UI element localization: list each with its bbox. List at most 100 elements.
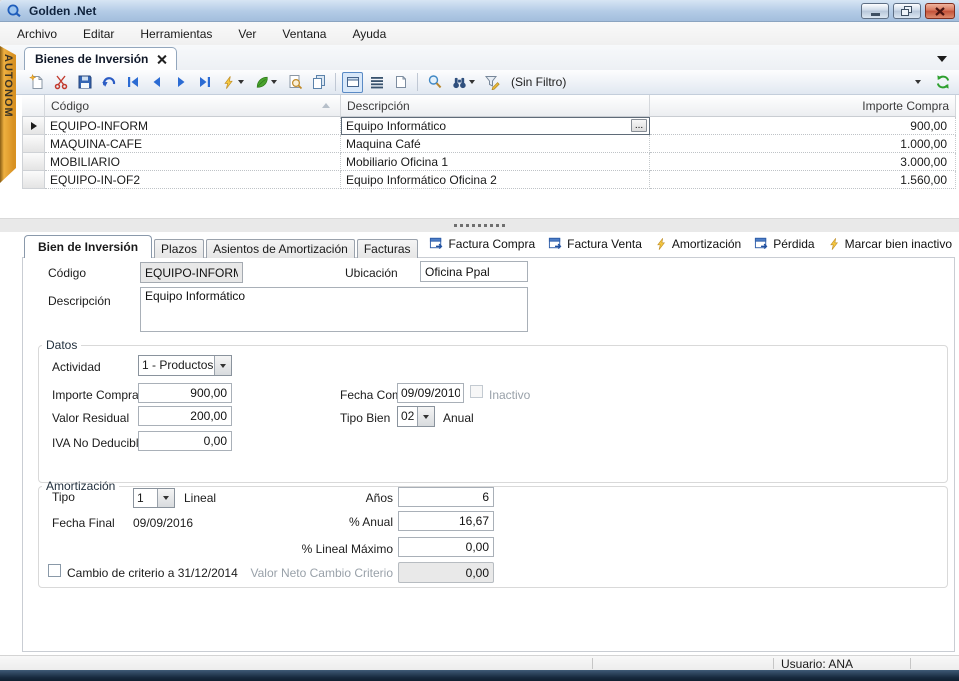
menu-ver[interactable]: Ver <box>225 24 269 44</box>
grid-header-row: Código Descripción Importe Compra <box>22 95 956 117</box>
restore-button[interactable] <box>893 3 921 19</box>
codigo-field[interactable] <box>140 262 243 283</box>
actividad-combo[interactable]: 1 - Productos a <box>138 355 232 376</box>
pct-lineal-maximo-label: % Lineal Máximo <box>250 542 393 556</box>
tab-asientos-de-amortizacion[interactable]: Asientos de Amortización <box>206 239 355 258</box>
form-view-button[interactable] <box>342 72 363 93</box>
cell-codigo[interactable]: MOBILIARIO <box>45 153 341 171</box>
amortizacion-button[interactable]: Amortización <box>655 237 741 251</box>
iva-no-deducible-field[interactable] <box>138 431 232 451</box>
menu-herramientas[interactable]: Herramientas <box>127 24 225 44</box>
tipo-bien-dropdown-button[interactable] <box>417 407 434 426</box>
cell-importe[interactable]: 900,00 <box>650 117 956 135</box>
cell-importe[interactable]: 3.000,00 <box>650 153 956 171</box>
find-button[interactable] <box>448 72 478 93</box>
list-view-button[interactable] <box>366 72 387 93</box>
row-selector[interactable] <box>22 171 45 189</box>
tab-bien-de-inversion[interactable]: Bien de Inversión <box>24 235 152 258</box>
new-window-button[interactable] <box>390 72 411 93</box>
menu-archivo[interactable]: Archivo <box>4 24 70 44</box>
row-selector[interactable] <box>22 153 45 171</box>
actividad-dropdown-button[interactable] <box>214 356 231 375</box>
lightning-icon <box>828 237 841 251</box>
importe-compra-field[interactable] <box>138 383 232 403</box>
inactivo-checkbox[interactable] <box>470 385 483 398</box>
close-button[interactable] <box>925 3 955 19</box>
save-button[interactable] <box>74 72 95 93</box>
tab-label: Bienes de Inversión <box>35 52 148 66</box>
execute-button[interactable] <box>218 72 248 93</box>
filter-combo[interactable]: (Sin Filtro) <box>505 70 929 94</box>
window-controls <box>861 3 955 19</box>
restore-icon <box>901 6 913 17</box>
factura-compra-button[interactable]: Factura Compra <box>429 236 535 251</box>
table-row[interactable]: EQUIPO-INFORM Equipo Informático ... 900… <box>22 117 956 135</box>
cambio-criterio-checkbox[interactable] <box>48 564 61 577</box>
tab-list-dropdown-icon[interactable] <box>937 56 947 62</box>
cell-importe[interactable]: 1.560,00 <box>650 171 956 189</box>
ubicacion-label: Ubicación <box>345 266 398 280</box>
tab-facturas[interactable]: Facturas <box>357 239 418 258</box>
next-record-button[interactable] <box>170 72 191 93</box>
undo-button[interactable] <box>98 72 119 93</box>
perdida-button[interactable]: Pérdida <box>754 236 814 251</box>
pct-lineal-maximo-field[interactable] <box>398 537 494 557</box>
table-row[interactable]: MOBILIARIO Mobiliario Oficina 1 3.000,00 <box>22 153 956 171</box>
tipo-bien-combo[interactable]: 02 <box>397 406 435 427</box>
search-button[interactable] <box>424 72 445 93</box>
last-record-button[interactable] <box>194 72 215 93</box>
filter-edit-button[interactable] <box>481 72 502 93</box>
column-header-codigo[interactable]: Código <box>45 95 341 117</box>
invoice-icon <box>548 236 563 251</box>
anos-field[interactable] <box>398 487 494 507</box>
row-selector[interactable] <box>22 117 45 135</box>
export-button[interactable] <box>251 72 281 93</box>
cell-codigo[interactable]: MAQUINA-CAFE <box>45 135 341 153</box>
cell-descripcion-active[interactable]: Equipo Informático ... <box>341 117 650 135</box>
ubicacion-field[interactable] <box>420 261 528 282</box>
valor-neto-field[interactable] <box>398 562 494 583</box>
valor-neto-label: Valor Neto Cambio Criterio <box>250 566 393 580</box>
cell-codigo[interactable]: EQUIPO-INFORM <box>45 117 341 135</box>
minimize-button[interactable] <box>861 3 889 19</box>
column-header-descripcion[interactable]: Descripción <box>341 95 650 117</box>
cell-importe[interactable]: 1.000,00 <box>650 135 956 153</box>
status-user: Usuario: ANA <box>781 657 853 671</box>
menu-ventana[interactable]: Ventana <box>269 24 339 44</box>
tipo-combo[interactable]: 1 <box>133 488 175 508</box>
cell-editor-button[interactable]: ... <box>631 119 647 132</box>
cell-descripcion[interactable]: Mobiliario Oficina 1 <box>341 153 650 171</box>
first-record-button[interactable] <box>122 72 143 93</box>
marcar-bien-inactivo-button[interactable]: Marcar bien inactivo <box>828 237 952 251</box>
cut-button[interactable] <box>50 72 71 93</box>
cell-codigo[interactable]: EQUIPO-IN-OF2 <box>45 171 341 189</box>
new-record-button[interactable] <box>26 72 47 93</box>
column-header-importe-compra[interactable]: Importe Compra <box>650 95 956 117</box>
tipo-suffix-label: Lineal <box>184 491 216 505</box>
cell-descripcion[interactable]: Maquina Café <box>341 135 650 153</box>
print-preview-button[interactable] <box>284 72 305 93</box>
tab-plazos[interactable]: Plazos <box>154 239 204 258</box>
valor-residual-field[interactable] <box>138 406 232 426</box>
menu-ayuda[interactable]: Ayuda <box>339 24 399 44</box>
fecha-compra-field[interactable] <box>397 383 464 403</box>
tab-bienes-de-inversion[interactable]: Bienes de Inversión <box>24 47 177 70</box>
copy-button[interactable] <box>308 72 329 93</box>
side-tab-autonom[interactable]: AUTONOM <box>0 46 16 183</box>
record-actions: Factura Compra Factura Venta Amortizació… <box>429 236 952 251</box>
tipo-dropdown-button[interactable] <box>157 489 174 507</box>
previous-record-button[interactable] <box>146 72 167 93</box>
fecha-final-label: Fecha Final <box>52 516 115 530</box>
menu-editar[interactable]: Editar <box>70 24 127 44</box>
tab-close-icon[interactable] <box>157 55 166 64</box>
table-row[interactable]: MAQUINA-CAFE Maquina Café 1.000,00 <box>22 135 956 153</box>
pct-anual-label: % Anual <box>250 515 393 529</box>
table-row[interactable]: EQUIPO-IN-OF2 Equipo Informático Oficina… <box>22 171 956 189</box>
refresh-button[interactable] <box>932 72 953 93</box>
splitter-handle[interactable] <box>0 218 959 232</box>
factura-venta-button[interactable]: Factura Venta <box>548 236 642 251</box>
descripcion-field[interactable]: Equipo Informático <box>140 287 528 332</box>
pct-anual-field[interactable] <box>398 511 494 531</box>
cell-descripcion[interactable]: Equipo Informático Oficina 2 <box>341 171 650 189</box>
row-selector[interactable] <box>22 135 45 153</box>
